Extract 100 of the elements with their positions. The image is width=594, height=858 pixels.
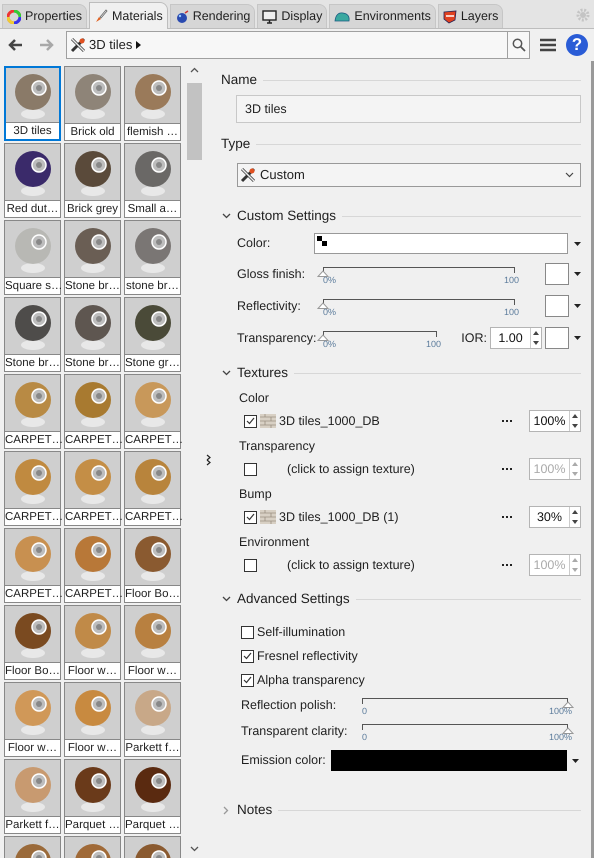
tab[interactable]: Rendering <box>170 4 256 28</box>
color-swatch[interactable] <box>545 263 569 285</box>
breadcrumb-item[interactable]: 3D tiles <box>89 35 132 55</box>
spin-up-icon[interactable] <box>572 510 578 514</box>
material-tile[interactable]: CARPET… <box>64 451 121 526</box>
checkbox-label[interactable]: Fresnel reflectivity <box>257 646 358 666</box>
material-tile[interactable]: stone br… <box>124 220 181 295</box>
chevron-down-icon[interactable] <box>222 596 230 602</box>
slider-track[interactable]: 0 100% <box>356 720 574 742</box>
material-tile[interactable]: Brick old <box>64 66 121 141</box>
more-icon[interactable] <box>502 420 512 422</box>
more-icon[interactable] <box>502 468 512 470</box>
slider-thumb[interactable] <box>562 701 574 708</box>
type-dropdown[interactable]: Custom <box>237 163 581 187</box>
material-tile[interactable]: Floor w… <box>64 605 121 680</box>
material-tile[interactable]: Parkett f… <box>4 759 61 834</box>
spin-up-icon[interactable] <box>533 331 539 335</box>
slider-track[interactable]: 0% 100 <box>317 327 443 349</box>
dropdown-arrow-icon[interactable] <box>572 758 579 762</box>
checkbox[interactable] <box>241 626 254 638</box>
spin-down-icon[interactable] <box>572 520 578 524</box>
material-tile[interactable]: Parquet … <box>124 759 181 834</box>
material-tile[interactable]: Floor Bo… <box>124 528 181 603</box>
dropdown-arrow-icon[interactable] <box>574 242 581 246</box>
section-title[interactable]: Advanced Settings <box>237 588 350 610</box>
checkbox[interactable] <box>244 510 257 524</box>
checkbox-label[interactable]: Alpha transparency <box>257 670 365 690</box>
material-tile[interactable]: Small a… <box>124 143 181 218</box>
chevron-down-icon[interactable] <box>222 370 230 376</box>
scrollbar-thumb[interactable] <box>187 83 202 160</box>
spin-up-icon[interactable] <box>572 414 578 418</box>
material-tile[interactable]: Square s… <box>4 220 61 295</box>
checkbox[interactable] <box>241 674 254 686</box>
material-tile[interactable]: CARPET… <box>4 528 61 603</box>
checkbox[interactable] <box>244 414 257 428</box>
slider-thumb[interactable] <box>317 302 329 309</box>
assign-texture-link[interactable]: (click to assign texture) <box>287 460 415 478</box>
material-tile[interactable]: CARPET… <box>64 374 121 449</box>
chevron-down-icon[interactable] <box>222 213 230 219</box>
material-tile[interactable]: Stone br… <box>64 297 121 372</box>
tab[interactable]: Layers <box>438 4 504 28</box>
slider-track[interactable]: 0 100% <box>356 694 574 716</box>
tab[interactable]: Materials <box>88 2 168 29</box>
tab[interactable]: Environments <box>329 4 436 28</box>
spin-down-icon[interactable] <box>572 424 578 428</box>
chevron-down-icon[interactable] <box>565 172 574 178</box>
material-tile[interactable]: Floor w… <box>124 605 181 680</box>
search-icon[interactable] <box>512 38 526 52</box>
section-title[interactable]: Textures <box>237 362 288 384</box>
material-tile[interactable]: flemish … <box>124 66 181 141</box>
scroll-down-icon[interactable] <box>190 846 199 852</box>
ior-field[interactable]: 1.00 <box>490 327 542 349</box>
dropdown-arrow-icon[interactable] <box>574 272 581 276</box>
checkbox-label[interactable]: Self-illumination <box>257 622 346 642</box>
material-tile[interactable]: CARPET… <box>4 451 61 526</box>
name-field[interactable]: 3D tiles <box>236 95 581 123</box>
more-icon[interactable] <box>502 516 512 518</box>
material-tile[interactable]: Red dut… <box>4 143 61 218</box>
material-tile[interactable]: Parkett f… <box>124 682 181 757</box>
material-tile[interactable]: Stone gr… <box>124 297 181 372</box>
emission-color-field[interactable] <box>331 750 567 771</box>
material-tile[interactable]: Floor w… <box>64 682 121 757</box>
spin-down-icon[interactable] <box>533 341 539 345</box>
material-tile[interactable]: Stone br… <box>4 297 61 372</box>
slider-thumb[interactable] <box>562 727 574 734</box>
checkbox[interactable] <box>241 650 254 662</box>
material-tile[interactable]: Brick grey <box>64 143 121 218</box>
assign-texture-link[interactable]: (click to assign texture) <box>287 556 415 574</box>
dropdown-arrow-icon[interactable] <box>574 336 581 340</box>
slider-track[interactable]: 0% 100 <box>317 295 521 317</box>
material-tile[interactable]: 3D tiles <box>4 66 61 141</box>
material-tile[interactable]: Floor w… <box>4 682 61 757</box>
tab[interactable]: Display <box>257 4 328 28</box>
slider-track[interactable]: 0% 100 <box>317 263 521 285</box>
material-tile[interactable]: CARPET… <box>124 451 181 526</box>
material-tile[interactable]: CARPET… <box>4 374 61 449</box>
color-swatch[interactable] <box>545 327 569 349</box>
checkbox[interactable] <box>244 558 257 572</box>
color-swatch[interactable] <box>545 295 569 317</box>
scroll-up-icon[interactable] <box>190 67 199 73</box>
caret-right-icon[interactable] <box>136 41 142 49</box>
material-tile[interactable]: Parquet … <box>64 759 121 834</box>
amount-field[interactable]: 30% <box>529 506 581 528</box>
back-arrow-icon[interactable] <box>6 37 24 53</box>
material-tile[interactable]: CARPET… <box>64 528 121 603</box>
splitter-handle-icon[interactable] <box>206 454 212 466</box>
tab[interactable]: Properties <box>2 4 87 28</box>
more-icon[interactable] <box>502 564 512 566</box>
breadcrumb-bar[interactable]: 3D tiles <box>66 31 530 59</box>
amount-field[interactable]: 100% <box>529 410 581 432</box>
slider-thumb[interactable] <box>317 334 329 341</box>
menu-icon[interactable] <box>540 38 556 52</box>
material-tile[interactable]: Stone br… <box>64 220 121 295</box>
color-field[interactable] <box>314 233 568 254</box>
help-button[interactable]: ? <box>566 34 588 56</box>
material-tile[interactable]: CARPET… <box>124 374 181 449</box>
texture-name[interactable]: 3D tiles_1000_DB <box>279 412 380 430</box>
section-title[interactable]: Notes <box>237 800 272 820</box>
material-tile[interactable]: Floor Bo… <box>4 605 61 680</box>
texture-name[interactable]: 3D tiles_1000_DB (1) <box>279 508 399 526</box>
